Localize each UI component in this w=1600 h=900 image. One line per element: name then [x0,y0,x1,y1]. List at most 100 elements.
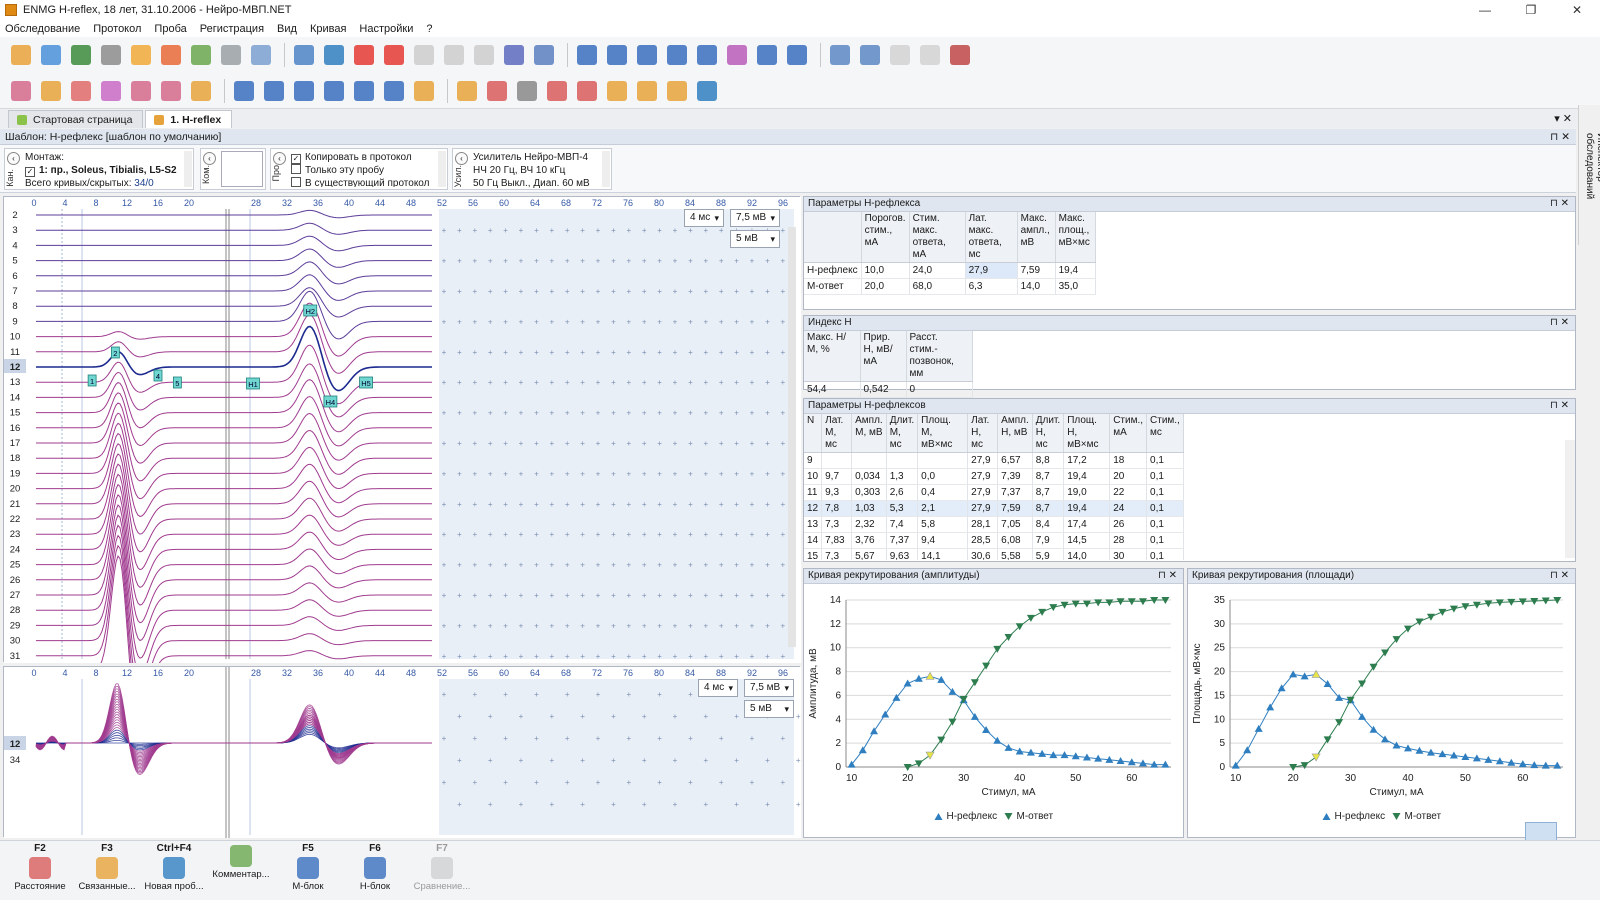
needle-button[interactable] [321,78,347,104]
data-point[interactable] [1049,604,1058,612]
trace-row-label[interactable]: 25 [10,560,21,571]
table-cell[interactable]: 24 [1109,500,1148,517]
table-row[interactable]: 54,4 0,542 0 [804,381,973,398]
stop-button[interactable] [441,42,467,68]
data-point[interactable] [1438,608,1447,616]
column-header[interactable]: Лат. М, мс [821,414,853,453]
collapse-comment-icon[interactable]: ‹ [203,152,216,165]
table-cell[interactable]: 8,8 [1032,452,1065,469]
print-button[interactable] [98,42,124,68]
trace-row-label[interactable]: 7 [12,286,17,297]
monitor-button[interactable] [291,42,317,68]
trace-row-label[interactable]: 16 [10,423,21,434]
forward-button[interactable] [917,42,943,68]
table-cell[interactable]: 27,9 [967,500,999,517]
cursor-marker[interactable]: H4 [323,395,338,408]
montage-value[interactable]: 1: пр., Soleus, Tibialis, L5-S2 [39,165,177,176]
table-cell[interactable]: 13 [804,516,823,533]
collapse-amplifier-icon[interactable]: ‹ [455,152,468,165]
trace-row-label[interactable]: 3 [12,225,17,236]
amplifier-scrollbar[interactable] [602,151,610,187]
table-cell[interactable] [851,452,887,469]
table-cell[interactable]: 17,4 [1063,516,1111,533]
data-point[interactable] [948,718,957,726]
trace-plot[interactable]: 0 4 8 12 16 20 28 32 36 40 44 48 52 56 60 64 68 72 76 80 84 8… [4,197,801,730]
table-row[interactable]: 11 9,3 0,303 2,6 0,4 27,9 7,37 8,7 19,0 22 0,1 [804,484,1184,501]
table-cell[interactable] [821,452,853,469]
panel-controls[interactable]: ⊓ ✕ [1550,316,1569,330]
bell-button[interactable] [604,78,630,104]
copy-protocol-checkbox[interactable]: ✓ [291,154,301,164]
data-point[interactable] [1060,751,1069,759]
column-header[interactable]: Площ. Н, мВ×мс [1063,414,1111,453]
copy-layout-button[interactable] [857,42,883,68]
only-this-checkbox[interactable] [291,164,301,174]
table-cell[interactable]: 5,8 [917,516,969,533]
table-cell[interactable]: 14,0 [1063,548,1111,560]
table-cell[interactable]: 2,1 [917,500,969,517]
m-response-button[interactable] [8,78,34,104]
table-cell[interactable]: 2,32 [851,516,887,533]
linked-button[interactable]: F3 Связанные... [75,843,139,897]
table-cell[interactable]: 30 [1109,548,1148,560]
table-cell[interactable]: 18 [1109,452,1148,469]
h-block-button[interactable]: F6 Н-блок [343,843,407,897]
settings-button[interactable] [158,42,184,68]
close-button[interactable]: ✕ [1554,3,1600,17]
table-cell[interactable]: 7,37 [886,532,919,549]
table-cell[interactable]: 9 [804,452,823,469]
trace-row-label[interactable]: 11 [10,347,20,358]
stack-button[interactable] [634,42,660,68]
table-cell[interactable]: 0,1 [1146,452,1184,469]
data-point[interactable] [925,671,935,680]
table-row[interactable]: 12 7,8 1,03 5,3 2,1 27,9 7,59 8,7 19,4 24 0,1 [804,500,1184,517]
table-cell[interactable]: 10 [804,468,823,485]
superimposed-area[interactable]: 0 4 8 12 16 20 28 32 36 40 44 48 52 56 60 64 68 72 76 80 84 8… [3,666,801,838]
x-button[interactable] [514,78,540,104]
column-header[interactable]: Стим. макс. ответа, мА [909,212,966,263]
table-cell[interactable]: 28,5 [967,532,999,549]
table-cell[interactable]: 1,03 [851,500,887,517]
open-button[interactable] [38,42,64,68]
back-button[interactable] [887,42,913,68]
emg-button[interactable] [291,78,317,104]
table-cell[interactable]: 7,4 [886,516,919,533]
superimpose-button[interactable] [664,42,690,68]
spike-button[interactable] [231,78,257,104]
trace-row-label[interactable]: 9 [12,316,17,327]
table-row[interactable]: Н-рефлекс 10,0 24,0 27,9 7,59 19,4 [804,262,1096,279]
cursor-marker[interactable]: 5 [172,376,182,389]
data-point[interactable] [982,662,991,670]
data-point[interactable] [1026,614,1035,622]
s-marker-button[interactable] [188,78,214,104]
trace-row-label[interactable]: 17 [10,438,21,449]
cursor-marker[interactable]: 4 [153,369,163,382]
menu-curve[interactable]: Кривая [310,23,346,35]
table-cell[interactable]: 17,2 [1063,452,1111,469]
layout-button[interactable] [827,42,853,68]
preview-button[interactable] [218,42,244,68]
table-cell[interactable]: 9,4 [917,532,969,549]
table-cell[interactable]: 14,0 [1017,278,1056,295]
table-cell[interactable]: 26 [1109,516,1148,533]
column-header[interactable] [804,212,862,263]
trace-row-label[interactable]: 10 [10,332,21,343]
column-header[interactable]: Макс. Н/М, % [804,331,861,382]
table-cell[interactable]: 35,0 [1055,278,1096,295]
table-cell[interactable]: 0,1 [1146,468,1184,485]
column-header[interactable]: Стим., мс [1146,414,1184,453]
sensitivity-select[interactable]: 7,5 мВ [730,209,780,227]
data-point[interactable] [937,736,946,744]
trace-row-label[interactable]: 6 [12,271,17,282]
trace-row-label[interactable]: 12 [10,362,21,373]
table-cell[interactable]: 19,4 [1063,500,1111,517]
wave-button[interactable] [694,42,720,68]
hand-button[interactable] [454,78,480,104]
trace-row-label[interactable]: 14 [10,392,21,403]
trace-row-label[interactable]: 2 [12,210,17,221]
new-test-button[interactable]: Ctrl+F4 Новая проб... [142,843,206,897]
compare-button[interactable]: F7 Сравнение... [410,843,474,897]
h-list-scrollbar[interactable] [1565,440,1575,558]
data-point[interactable] [1335,719,1344,727]
table-cell[interactable]: 30,6 [967,548,999,560]
